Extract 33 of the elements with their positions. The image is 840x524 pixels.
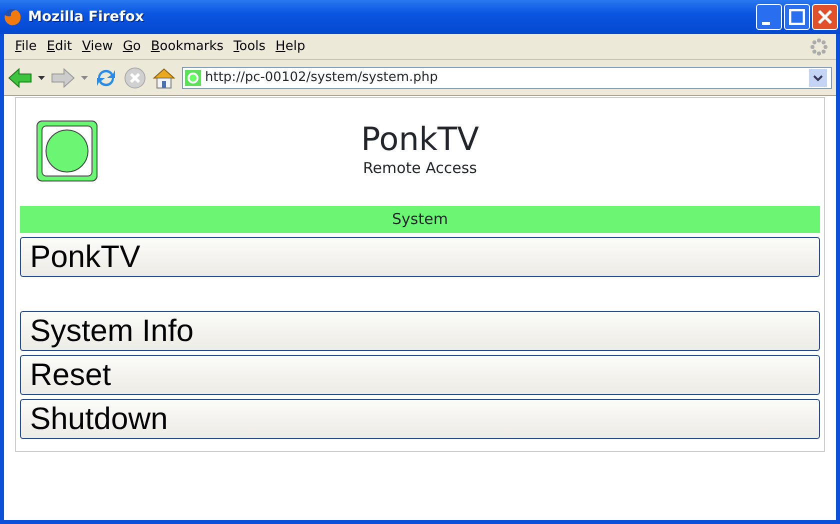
address-field[interactable]: http://pc-00102/system/system.php: [182, 66, 832, 88]
page-title: PonkTV: [360, 122, 480, 158]
logo-icon: [36, 120, 98, 182]
stop-icon[interactable]: [124, 66, 146, 88]
close-icon: [817, 9, 833, 25]
maximize-icon: [789, 9, 805, 25]
maximize-button[interactable]: [784, 4, 810, 30]
minimize-button[interactable]: [756, 4, 782, 30]
menu-item[interactable]: Bookmarks: [146, 36, 229, 56]
menu-item[interactable]: File: [10, 36, 42, 56]
menu-item[interactable]: Tools: [228, 36, 271, 56]
forward-icon[interactable]: [51, 66, 75, 88]
back-icon[interactable]: [8, 66, 32, 88]
close-button[interactable]: [812, 4, 838, 30]
menu-button[interactable]: PonkTV: [20, 236, 820, 276]
firefox-icon: [2, 7, 22, 27]
minimize-icon: [762, 22, 770, 24]
page-icon: [185, 70, 201, 86]
section-header: System: [20, 206, 820, 232]
window-title: Mozilla Firefox: [28, 8, 144, 26]
menu-button[interactable]: System Info: [20, 310, 820, 350]
menu-item[interactable]: View: [76, 36, 118, 56]
menu-item[interactable]: Edit: [42, 36, 77, 56]
home-icon[interactable]: [152, 66, 176, 90]
throbber-icon: [810, 38, 828, 56]
menu-button[interactable]: Shutdown: [20, 398, 820, 438]
page-subtitle: Remote Access: [362, 158, 478, 180]
url-text: http://pc-00102/system/system.php: [205, 68, 438, 87]
dropdown-caret-icon[interactable]: [38, 76, 45, 80]
menu-item[interactable]: Help: [270, 36, 310, 56]
menu-button[interactable]: Reset: [20, 354, 820, 394]
menu-item[interactable]: Go: [118, 36, 146, 56]
dropdown-caret-icon[interactable]: [809, 68, 827, 86]
